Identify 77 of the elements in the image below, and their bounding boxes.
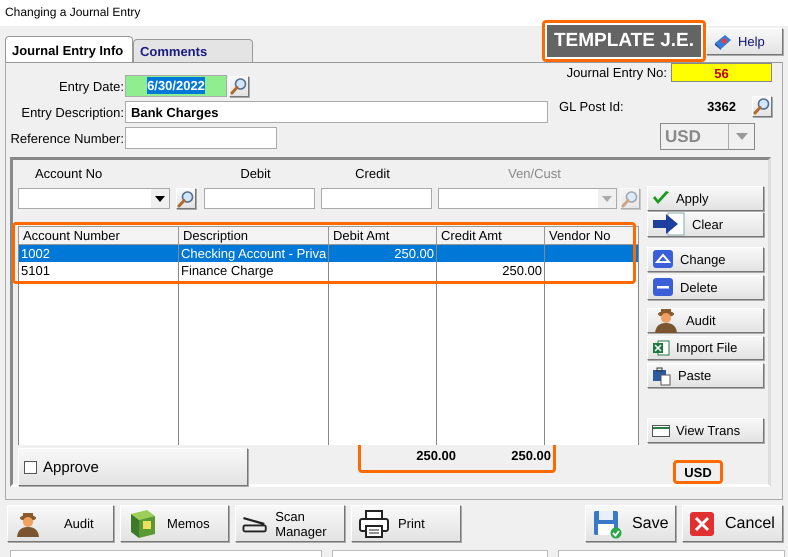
side-button[interactable]: View Trans [647,418,764,444]
side-button[interactable]: Audit [647,308,764,333]
search-icon [753,97,771,115]
printer-icon [358,508,390,538]
field-label: Reference Number: [10,130,125,146]
arrow-icon [652,212,686,236]
minus-icon [652,277,674,298]
table-cell: 250.00 [328,244,436,262]
column-header[interactable]: Description [178,226,328,244]
amount-field[interactable] [204,188,315,209]
total-amount: 250.00 [415,448,456,463]
cancel-button[interactable]: Cancel [682,505,783,542]
save-button[interactable]: Save [585,505,676,542]
lookup-button[interactable] [752,96,772,116]
side-button[interactable]: Paste [647,363,764,388]
field-label: Journal Entry No: [566,65,667,80]
table-row[interactable]: 5101 Finance Charge 250.00 [18,262,638,279]
lookup-button[interactable] [176,188,196,209]
table-cell: 250.00 [436,262,544,279]
account-dropdown[interactable] [438,188,617,209]
side-button[interactable]: Clear [647,212,764,237]
toolbar-button[interactable]: Scan Manager [235,505,345,542]
toolbar-button[interactable]: Audit [7,505,114,542]
caret-icon [736,133,748,140]
toolbar-button[interactable]: Print [351,505,461,542]
column-label: Credit [354,166,391,181]
person-icon [14,510,42,536]
description-field[interactable]: Bank Charges [125,101,548,123]
column-label: Ven/Cust [507,166,562,181]
table-cell: Finance Charge [178,262,328,279]
search-icon [621,190,639,208]
caret-icon [155,196,165,202]
caret-icon [602,196,612,202]
total-currency: USD [673,460,723,484]
search-icon [230,77,248,95]
field-label: Entry Description: [20,104,125,120]
spreadsheet-icon [652,340,670,356]
column-header[interactable]: Debit Amt [328,226,436,244]
table-cell: 1002 [18,244,178,262]
column-label: Account No [34,166,104,181]
tab[interactable]: Journal Entry Info [5,36,133,62]
column-header[interactable]: Vendor No [544,226,638,244]
help-book-icon [713,32,733,50]
date-field[interactable]: 6/30/2022 [125,75,227,97]
reference-field[interactable] [125,127,277,149]
column-header[interactable]: Account Number [18,226,178,244]
side-button[interactable]: Change [647,246,764,272]
search-icon [177,190,195,208]
column-label: Debit [239,166,272,181]
floppy-icon [592,508,622,538]
journal-number-field: 56 [671,63,772,82]
lookup-button[interactable] [229,76,249,96]
table-cell: Checking Account - Priva [178,244,328,262]
side-button[interactable]: Apply [647,186,764,211]
template-badge: TEMPLATE J.E. [542,20,706,62]
close-icon [689,510,715,536]
table-cell: 5101 [18,262,178,279]
field-label: Entry Date: [58,78,125,94]
up-icon [652,249,674,270]
column-header[interactable]: Credit Amt [436,226,544,244]
approve-checkbox[interactable]: Approve [18,448,248,486]
person-icon [652,307,680,334]
gl-post-value: 3362 [707,98,736,114]
check-icon [652,190,670,206]
clipboard-icon [652,366,672,386]
card-icon [652,424,670,437]
help-button[interactable]: Help [706,28,783,55]
table-row[interactable]: 1002 Checking Account - Priva 250.00 [18,244,638,262]
amount-field[interactable] [321,188,432,209]
toolbar-button[interactable]: Memos [120,505,229,542]
tab[interactable]: Comments [133,39,253,62]
side-button[interactable]: Import File [647,336,764,360]
window-title: Changing a Journal Entry [5,5,140,19]
field-label: GL Post Id: [559,98,624,114]
account-dropdown[interactable] [18,188,170,209]
total-amount: 250.00 [510,448,551,463]
side-button[interactable]: Delete [647,274,764,300]
